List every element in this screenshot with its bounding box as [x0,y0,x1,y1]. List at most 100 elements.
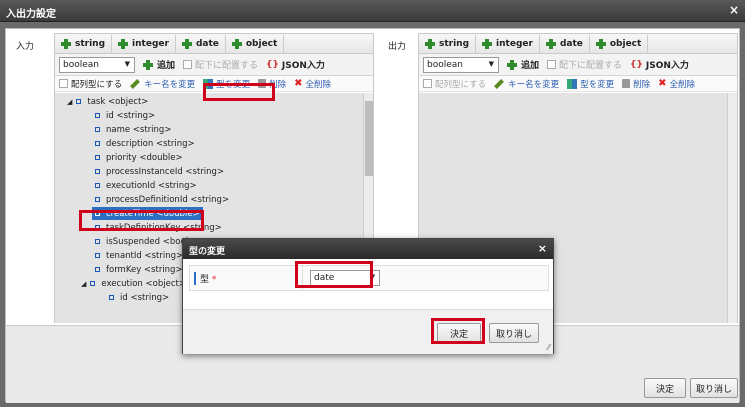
tree-node[interactable]: ◢ execution <object> [81,277,186,290]
tree-node[interactable]: processDefinitionId <string> [95,193,229,206]
dropdown-arrow-icon: ▼ [488,59,494,68]
window-close-icon[interactable]: × [729,3,739,17]
rename-key-link[interactable]: キー名を変更 [130,78,195,90]
modal-header: 型の変更 × [183,239,553,259]
add-string-button[interactable]: string [419,34,477,53]
highlight-change-type [203,83,275,101]
plus-icon [61,38,71,49]
place-under-checkbox[interactable]: 配下に配置する [547,58,622,71]
json-icon: {} [266,59,279,70]
add-date-button[interactable]: date [540,34,590,53]
tree-node[interactable]: id <string> [95,109,155,122]
output-tree-scrollbar[interactable] [727,93,737,323]
add-object-button[interactable]: object [590,34,649,53]
node-icon [90,281,96,286]
required-mark: * [211,275,217,285]
window-title: 入出力設定 [6,9,56,20]
tree-node[interactable]: processInstanceId <string> [95,165,224,178]
add-integer-button[interactable]: integer [112,34,176,53]
change-type-icon [567,78,578,89]
plus-icon [482,38,493,49]
json-input-button[interactable]: {} JSON入力 [266,58,325,72]
checkbox-icon [547,60,557,69]
node-icon [76,99,82,104]
type-select[interactable]: boolean ▼ [423,56,499,73]
plus-icon [425,38,435,49]
json-input-button[interactable]: {} JSON入力 [630,58,689,72]
delete-all-link[interactable]: ✖ 全削除 [294,78,331,90]
rename-key-link[interactable]: キー名を変更 [494,78,559,90]
add-string-button[interactable]: string [55,34,113,53]
json-icon: {} [630,59,643,70]
plus-icon [181,38,192,49]
place-under-checkbox[interactable]: 配下に配置する [183,58,258,71]
node-icon [95,113,100,118]
node-icon [109,295,114,300]
delete-link[interactable]: 削除 [622,78,650,90]
scrollbar-thumb[interactable] [365,101,373,176]
add-button[interactable]: 追加 [507,58,539,71]
array-type-checkbox[interactable]: 配列型にする [423,78,486,90]
add-object-button[interactable]: object [226,34,285,53]
node-icon [95,253,100,258]
add-integer-button[interactable]: integer [476,34,540,53]
collapse-icon: ◢ [67,97,73,106]
output-side-label: 出力 [388,42,407,52]
add-button[interactable]: 追加 [143,58,175,71]
window-titlebar: 入出力設定 × [0,0,745,22]
ok-button[interactable]: 決定 [644,378,686,398]
plus-icon [507,59,517,70]
tree-node[interactable]: ◢ task <object> [67,95,148,108]
node-icon [95,239,100,244]
modal-cancel-button[interactable]: 取り消し [489,323,539,343]
checkbox-icon [59,79,68,88]
trash-icon [622,79,631,88]
pencil-icon [494,78,505,89]
output-type-toolbar: string integer date object [419,34,737,54]
add-date-button[interactable]: date [176,34,226,53]
cancel-button[interactable]: 取り消し [690,378,738,398]
tree-node[interactable]: tenantId <string> [95,249,183,262]
output-edit-row: 配列型にする キー名を変更 型を変更 削除 ✖ 全削除 [419,76,737,92]
tree-node[interactable]: id <string> [109,291,169,304]
node-icon [95,127,100,132]
delete-all-link[interactable]: ✖ 全削除 [658,78,695,90]
resize-grip-icon[interactable]: ⁄⁄ [547,343,550,352]
dropdown-arrow-icon: ▼ [124,59,130,68]
plus-icon [545,38,556,49]
node-icon [95,141,100,146]
checkbox-icon [183,60,193,69]
tree-node[interactable]: name <string> [95,123,171,136]
delete-all-icon: ✖ [658,78,667,89]
node-icon [95,155,100,160]
change-type-link[interactable]: 型を変更 [567,78,614,90]
plus-icon [143,59,153,70]
node-icon [95,267,100,272]
type-select[interactable]: boolean ▼ [59,56,135,73]
checkbox-icon [423,79,432,88]
plus-icon [595,38,606,49]
plus-icon [118,38,129,49]
type-field-label: 型 * [194,272,216,285]
output-add-row: boolean ▼ 追加 配下に配置する {} JSON入力 [419,54,737,76]
delete-all-icon: ✖ [294,78,303,89]
plus-icon [231,38,242,49]
highlight-modal-ok [431,318,485,344]
array-type-checkbox[interactable]: 配列型にする [59,78,122,90]
change-type-modal: 型の変更 × 型 * date ▼ 決定 取り消し ⁄⁄ [182,238,554,354]
highlight-type-select [295,261,373,288]
collapse-icon: ◢ [81,279,87,288]
tree-node[interactable]: description <string> [95,137,195,150]
pencil-icon [130,78,141,89]
modal-close-icon[interactable]: × [538,242,547,255]
tree-node[interactable]: priority <double> [95,151,183,164]
node-icon [95,183,100,188]
input-add-row: boolean ▼ 追加 配下に配置する {} JSON入力 [55,54,373,76]
tree-node[interactable]: formKey <string> [95,263,183,276]
node-icon [95,197,100,202]
tree-node[interactable]: executionId <string> [95,179,197,192]
highlight-createtime [79,210,204,231]
input-side-label: 入力 [16,42,35,52]
modal-title: 型の変更 [189,247,226,257]
input-type-toolbar: string integer date object [55,34,373,54]
